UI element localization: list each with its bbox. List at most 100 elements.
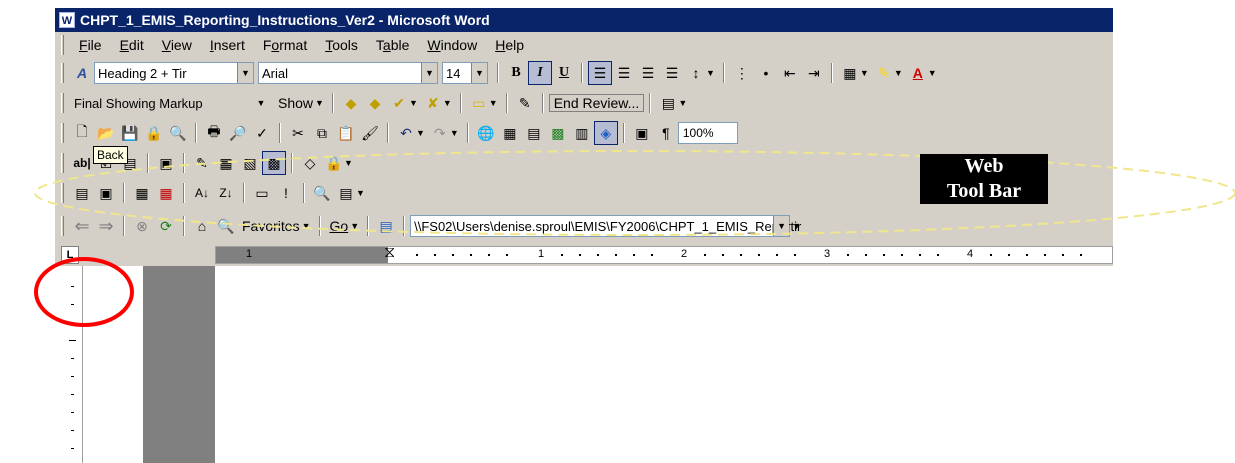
chevron-down-icon[interactable]: ▼ (350, 221, 359, 231)
protect-form-icon[interactable]: 🔒 (322, 151, 346, 175)
styles-formatting-icon[interactable]: A (70, 61, 94, 85)
toolbar-grip[interactable] (61, 183, 64, 203)
chevron-down-icon[interactable]: ▼ (416, 128, 425, 138)
menu-insert[interactable]: Insert (201, 37, 254, 53)
chevron-down-icon[interactable]: ▼ (443, 98, 452, 108)
toolbar-grip[interactable] (61, 123, 64, 143)
indent-marker-icon[interactable]: ⧖ (384, 245, 395, 261)
insert-comment-icon[interactable]: ▭ (467, 91, 491, 115)
align-right-icon[interactable]: ☰ (636, 61, 660, 85)
font-size-combo[interactable]: 14 ▼ (442, 62, 488, 84)
previous-change-icon[interactable]: ◆ (339, 91, 363, 115)
zoom-combo[interactable]: 100% (677, 122, 738, 144)
copy-icon[interactable]: ⧉ (310, 121, 334, 145)
favorites-button[interactable]: Favorites (238, 218, 304, 234)
reviewing-pane-icon[interactable]: ▤ (656, 91, 680, 115)
decrease-indent-icon[interactable]: ⇤ (778, 61, 802, 85)
style-combo[interactable]: Heading 2 + Tir ▼ (94, 62, 254, 84)
home-icon[interactable]: ⌂ (190, 214, 214, 238)
chevron-down-icon[interactable]: ▼ (237, 63, 253, 83)
show-only-web-toolbar-icon[interactable]: ▤ (374, 214, 398, 238)
sort-descending-icon[interactable]: Z↓ (214, 181, 238, 205)
display-for-review-combo[interactable]: Final Showing Markup ▼ (70, 92, 270, 114)
go-button[interactable]: Go (326, 218, 353, 234)
menu-tools[interactable]: Tools (316, 37, 367, 53)
chevron-down-icon[interactable]: ▼ (344, 158, 353, 168)
form-field-shading-icon[interactable]: ▩ (262, 151, 286, 175)
chevron-down-icon[interactable]: ▼ (706, 68, 715, 78)
data-form-icon[interactable]: ▤ (70, 181, 94, 205)
chevron-down-icon[interactable]: ▼ (253, 93, 269, 113)
accept-change-icon[interactable]: ✔ (387, 91, 411, 115)
chevron-down-icon[interactable]: ▼ (928, 68, 937, 78)
show-hide-icon[interactable]: ¶ (654, 121, 678, 145)
align-left-icon[interactable]: ☰ (588, 61, 612, 85)
document-area[interactable] (55, 266, 1113, 463)
permission-icon[interactable]: 🔒 (142, 121, 166, 145)
menu-format[interactable]: Format (254, 37, 316, 53)
chevron-down-icon[interactable]: ▼ (421, 63, 437, 83)
new-document-icon[interactable]: 🗋 (70, 121, 94, 145)
toolbar-grip[interactable] (61, 153, 64, 173)
tables-borders-icon[interactable]: ▦ (498, 121, 522, 145)
bold-button[interactable]: B (504, 61, 528, 85)
forward-arrow-icon[interactable]: ⇒ (94, 214, 118, 238)
menu-table[interactable]: Table (367, 37, 418, 53)
chevron-down-icon[interactable]: ▼ (678, 98, 687, 108)
chevron-down-icon[interactable]: ▼ (489, 98, 498, 108)
insert-table-icon[interactable]: ▤ (522, 121, 546, 145)
document-map-icon[interactable]: ▣ (630, 121, 654, 145)
manage-fields-icon[interactable]: ▣ (94, 181, 118, 205)
add-record-icon[interactable]: ▦ (130, 181, 154, 205)
draw-table-icon[interactable]: ✎ (190, 151, 214, 175)
mail-merge-main-document-icon[interactable]: ▤ (334, 181, 358, 205)
save-icon[interactable]: 💾 (118, 121, 142, 145)
insert-excel-icon[interactable]: ▩ (546, 121, 570, 145)
toolbar-grip[interactable] (61, 35, 64, 55)
open-folder-icon[interactable]: 📂 (94, 121, 118, 145)
menu-file[interactable]: File (70, 37, 111, 53)
chevron-down-icon[interactable]: ▼ (860, 68, 869, 78)
reset-form-fields-icon[interactable]: ◇ (298, 151, 322, 175)
word-doc-icon[interactable]: W (59, 12, 75, 28)
paste-icon[interactable]: 📋 (334, 121, 358, 145)
end-review-button[interactable]: End Review... (548, 94, 645, 112)
insert-hyperlink-icon[interactable]: 🌐 (474, 121, 498, 145)
toolbar-grip[interactable] (61, 93, 64, 113)
form-field-options-icon[interactable]: ▣ (154, 151, 178, 175)
chevron-down-icon[interactable]: ▼ (773, 216, 790, 236)
toolbar-grip[interactable] (61, 63, 64, 83)
insert-frame-icon[interactable]: ▧ (238, 151, 262, 175)
cut-icon[interactable]: ✂ (286, 121, 310, 145)
chevron-down-icon[interactable]: ▼ (315, 98, 324, 108)
find-record-icon[interactable]: 🔍 (310, 181, 334, 205)
insert-database-icon[interactable]: ▭ (250, 181, 274, 205)
update-field-icon[interactable]: ! (274, 181, 298, 205)
drawing-icon[interactable]: ◈ (593, 121, 618, 145)
delete-record-icon[interactable]: ▦ (154, 181, 178, 205)
stop-icon[interactable]: ⊗ (130, 214, 154, 238)
numbering-icon[interactable]: ⋮ (730, 61, 754, 85)
reject-change-icon[interactable]: ✘ (421, 91, 445, 115)
chevron-down-icon[interactable]: ▼ (302, 221, 311, 231)
track-changes-icon[interactable]: ✎ (513, 91, 537, 115)
chevron-down-icon[interactable]: ▼ (471, 63, 487, 83)
search-web-icon[interactable]: 🔍 (214, 214, 238, 238)
chevron-down-icon[interactable]: ▼ (894, 68, 903, 78)
refresh-icon[interactable]: ⟳ (154, 214, 178, 238)
borders-icon[interactable]: ▦ (838, 61, 862, 85)
address-combo[interactable]: \\FS02\Users\denise.sproul\EMIS\FY2006\C… (410, 215, 801, 237)
research-icon[interactable]: 🔍 (166, 121, 190, 145)
menu-view[interactable]: View (153, 37, 201, 53)
text-form-field-icon[interactable]: ab| (70, 151, 94, 175)
print-icon[interactable]: 🖶 (202, 121, 226, 145)
line-spacing-icon[interactable]: ↕ (684, 61, 708, 85)
sort-ascending-icon[interactable]: A↓ (190, 181, 214, 205)
spelling-icon[interactable]: ✓ (250, 121, 274, 145)
align-center-icon[interactable]: ☰ (612, 61, 636, 85)
highlight-icon[interactable]: ✎ (872, 61, 896, 85)
menu-edit[interactable]: Edit (111, 37, 153, 53)
horizontal-ruler[interactable]: 1 ⧖ 1 2 3 4 (215, 245, 1113, 264)
menu-help[interactable]: Help (486, 37, 533, 53)
chevron-down-icon[interactable]: ▼ (356, 188, 365, 198)
